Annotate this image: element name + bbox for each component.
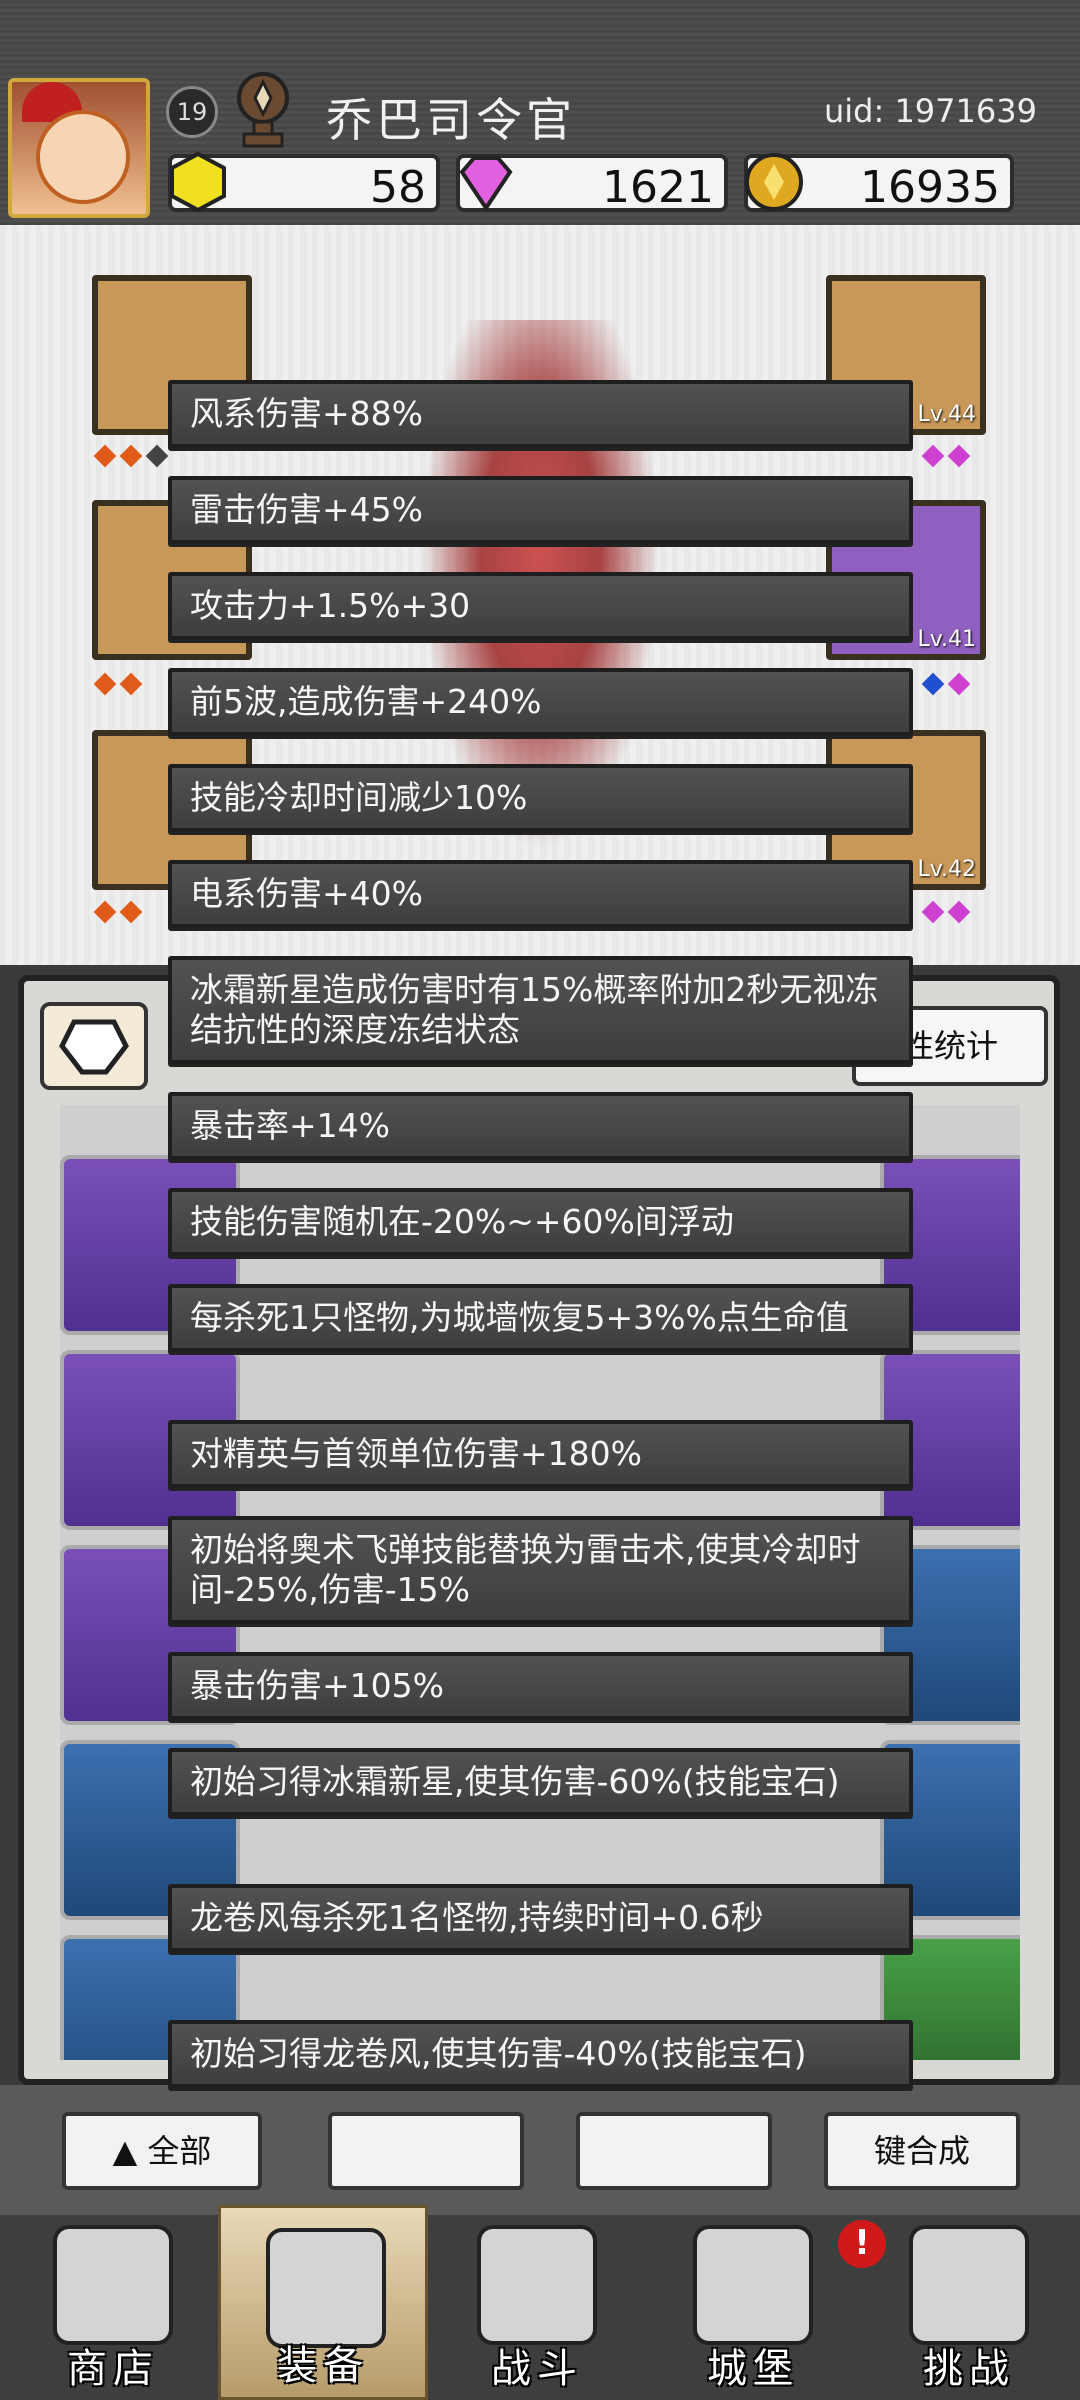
crossed-swords-icon [477,2225,597,2345]
attribute-line: 技能冷却时间减少10% [168,764,913,832]
gem-sockets [92,900,144,924]
sort-button[interactable] [328,2112,524,2190]
gem-icon [59,1019,129,1075]
yellow-gem-value: 58 [370,162,426,213]
diamond-value: 1621 [602,162,714,213]
player-level-badge: 19 [166,86,218,138]
up-arrow-icon: ▲ [112,2132,138,2170]
attribute-line: 对精英与首领单位伤害+180% [168,1420,913,1488]
attribute-line: 技能伤害随机在-20%~+60%间浮动 [168,1188,913,1256]
avatar-face [36,110,130,204]
filter-all-button[interactable]: ▲ 全部 [62,2112,262,2190]
nav-castle-label: 城堡 [707,2346,799,2392]
player-avatar[interactable] [8,78,150,218]
gold-coin-icon [745,153,803,211]
pink-diamond-icon [459,156,513,212]
nav-challenge-label: 挑战 [923,2346,1015,2392]
attribute-line: 初始将奥术飞弹技能替换为雷击术,使其冷却时间-25%,伤害-15% [168,1516,913,1624]
merge-all-button[interactable]: 键合成 [824,2112,1020,2190]
slot-level: Lv.44 [917,402,976,427]
trophy-icon[interactable] [232,70,294,150]
diamond-counter[interactable]: 1621 [456,154,728,213]
shield-icon [909,2225,1029,2345]
player-name: 乔巴司令官 [326,93,576,147]
gem-sockets [920,672,972,696]
backpack-icon [266,2228,386,2348]
attribute-line: 每杀死1只怪物,为城墙恢复5+3%%点生命值 [168,1284,913,1352]
yellow-gem-icon [170,151,226,213]
nav-castle[interactable]: 城堡 [648,2205,858,2400]
gem-sockets [92,444,170,468]
attribute-line: 冰霜新星造成伤害时有15%概率附加2秒无视冻结抗性的深度冻结状态 [168,956,913,1064]
nav-challenge[interactable]: 挑战 [864,2205,1074,2400]
filter-all-label: 全部 [147,2132,212,2170]
shop-icon [53,2225,173,2345]
attribute-line: 前5波,造成伤害+240% [168,668,913,736]
yellow-gem-counter[interactable]: 58 [168,151,440,213]
nav-battle[interactable]: 战斗 [432,2205,642,2400]
attribute-line: 雷击伤害+45% [168,476,913,544]
slot-level: Lv.42 [917,857,976,882]
nav-shop-label: 商店 [67,2346,159,2392]
attribute-line: 龙卷风每杀死1名怪物,持续时间+0.6秒 [168,1884,913,1952]
attribute-line: 攻击力+1.5%+30 [168,572,913,640]
nav-battle-label: 战斗 [491,2346,583,2392]
gold-counter[interactable]: 16935 [744,153,1014,213]
nav-equipment[interactable]: 装备 [218,2205,428,2400]
slot-level: Lv.41 [917,627,976,652]
gold-value: 16935 [860,162,1000,213]
attribute-line: 暴击伤害+105% [168,1652,913,1720]
attribute-line: 初始习得冰霜新星,使其伤害-60%(技能宝石) [168,1748,913,1816]
attribute-line: 暴击率+14% [168,1092,913,1160]
nav-shop[interactable]: 商店 [8,2205,218,2400]
gem-sockets [920,444,972,468]
upgrade-button[interactable] [576,2112,772,2190]
gem-sockets [92,672,144,696]
attribute-line: 初始习得龙卷风,使其伤害-40%(技能宝石) [168,2020,913,2088]
notification-badge: ! [838,2220,886,2268]
player-uid: uid: 1971639 [824,92,1037,130]
gem-sockets [920,900,972,924]
nav-equipment-label: 装备 [277,2343,369,2389]
attribute-line: 电系伤害+40% [168,860,913,928]
attribute-line: 风系伤害+88% [168,380,913,448]
castle-icon [693,2225,813,2345]
gem-filter-button[interactable] [40,1002,148,1090]
